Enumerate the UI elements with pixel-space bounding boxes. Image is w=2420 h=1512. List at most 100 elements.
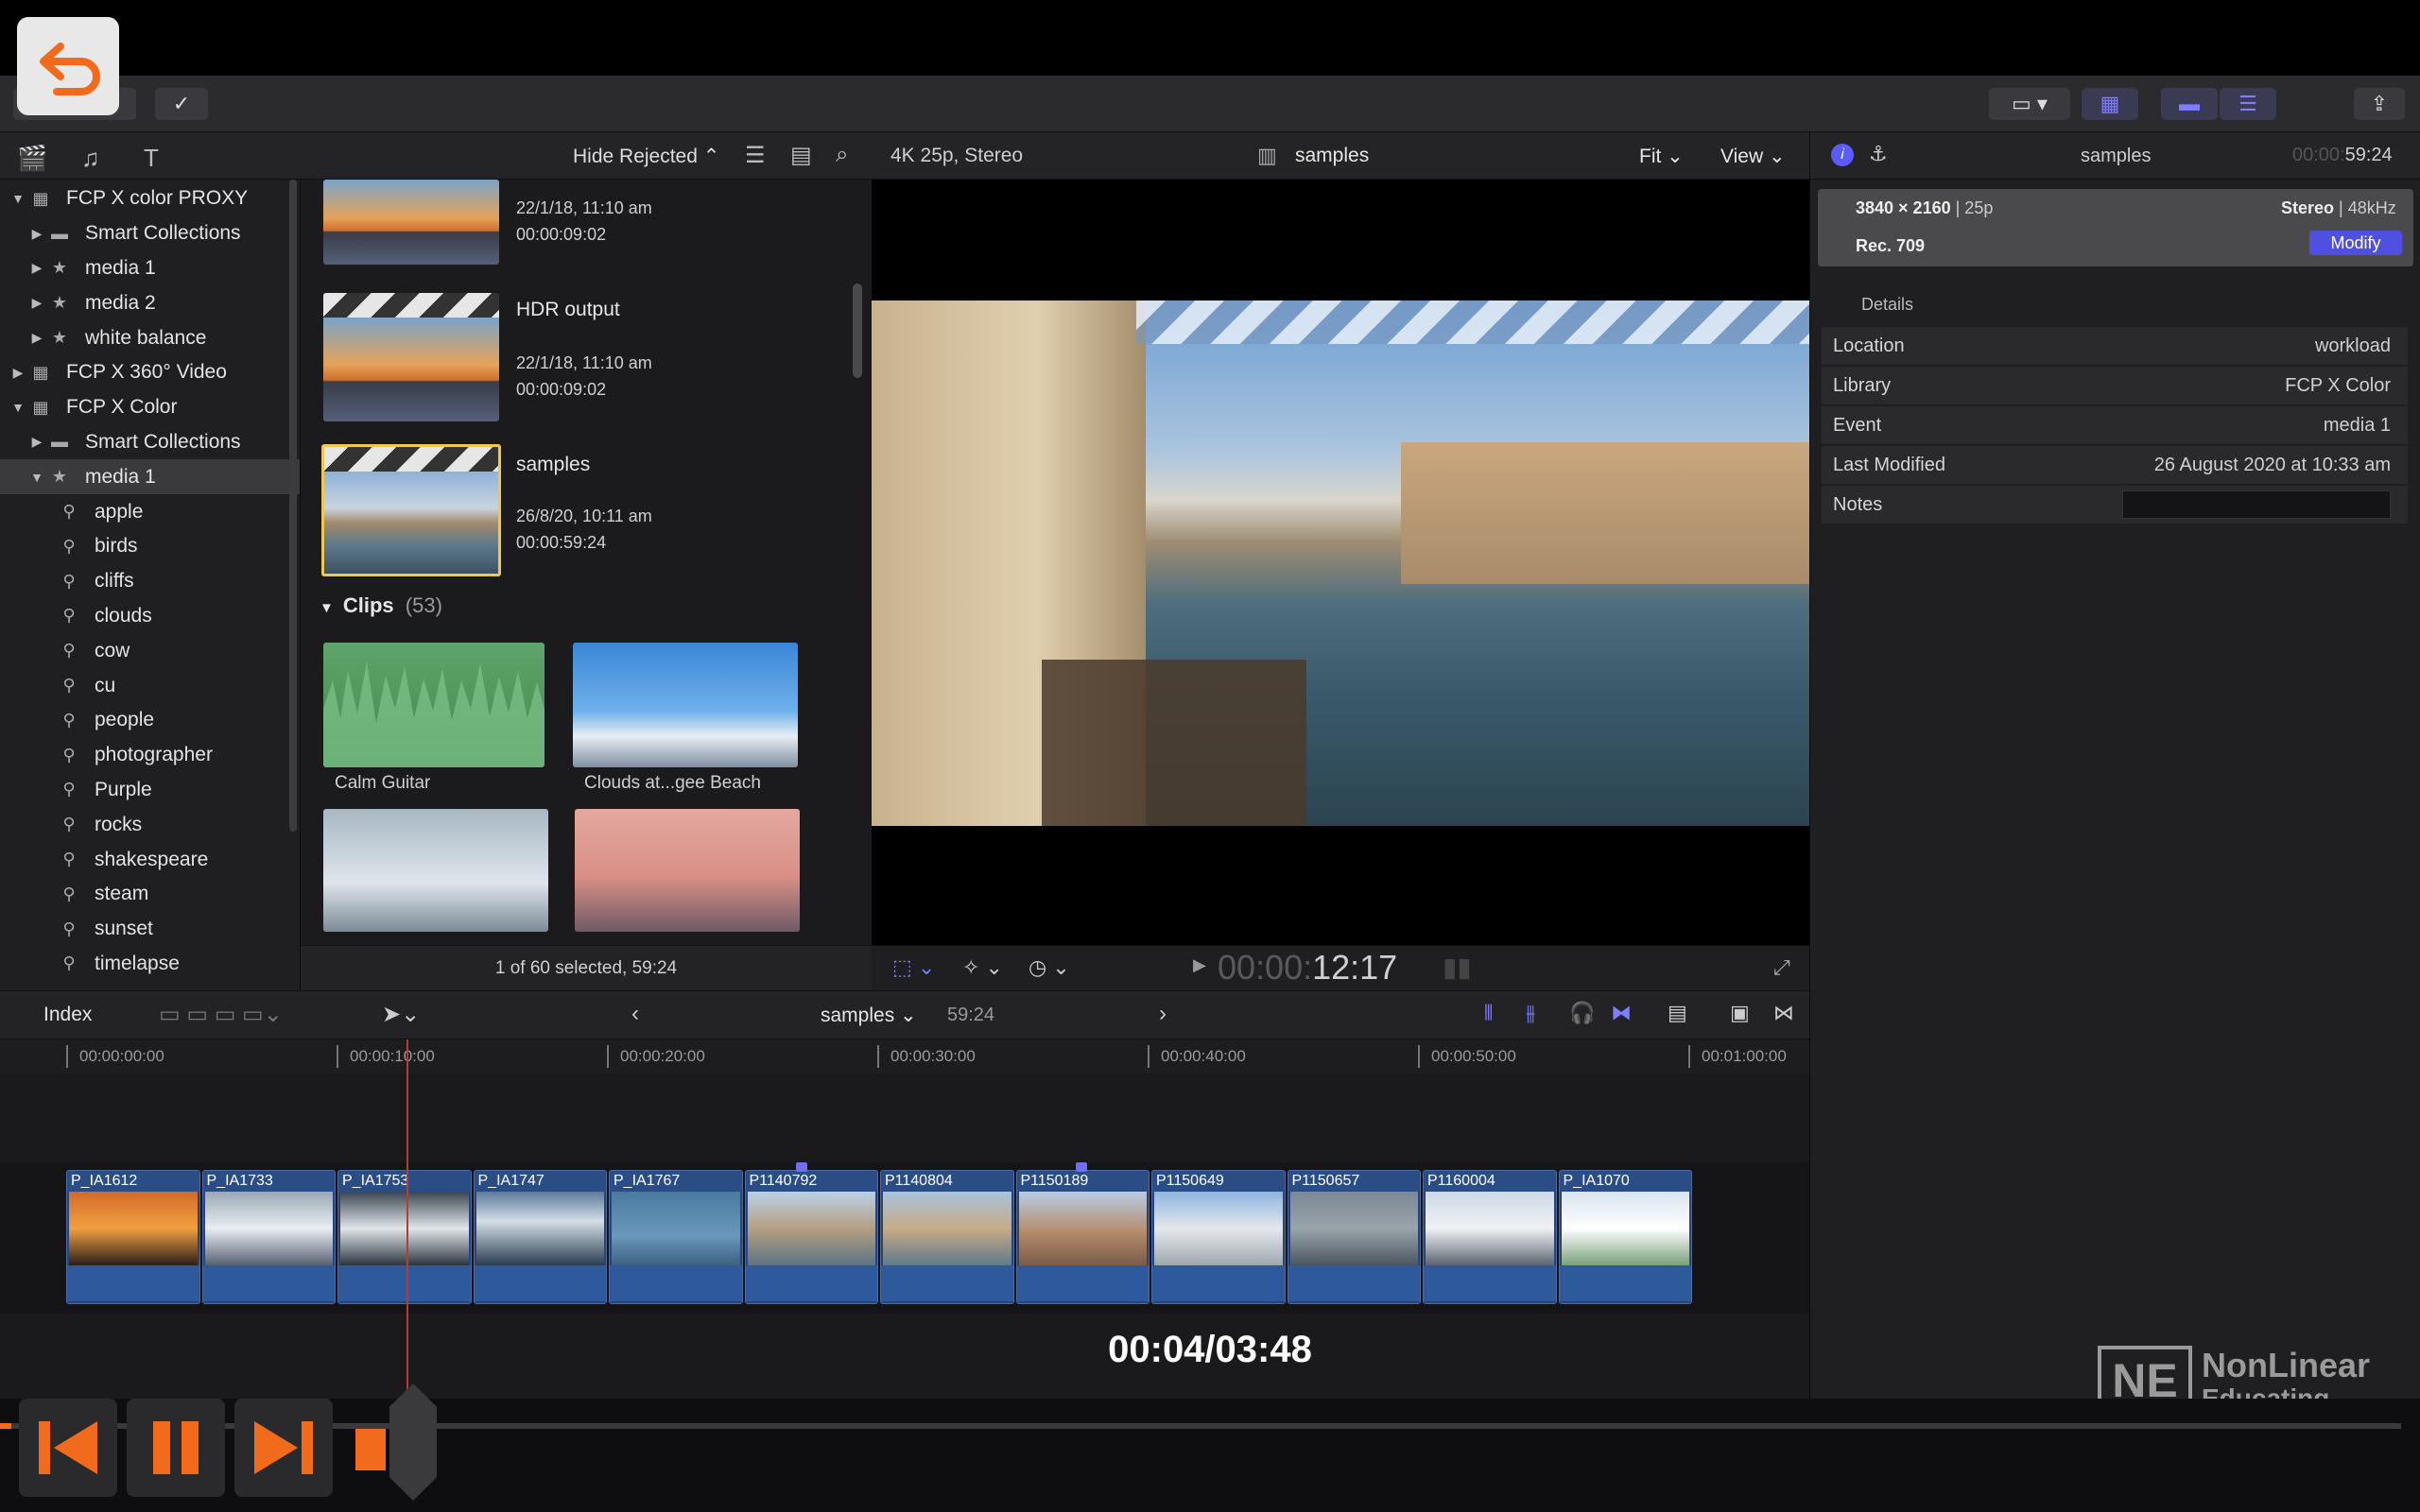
disclosure-triangle-icon[interactable]: ▶ bbox=[26, 260, 47, 276]
disclosure-triangle-icon[interactable]: ▶ bbox=[26, 330, 47, 346]
marker-icon[interactable] bbox=[796, 1162, 807, 1172]
sidebar-item[interactable]: ▶ ▬ Smart Collections bbox=[0, 216, 300, 251]
sidebar-item[interactable]: ⚲ apple bbox=[0, 494, 300, 529]
timeline-clip[interactable]: P1150649 bbox=[1151, 1170, 1286, 1304]
pause-button[interactable] bbox=[127, 1399, 225, 1497]
transform-icon[interactable]: ⬚ ⌄ bbox=[892, 955, 935, 980]
photos-audio-icon[interactable]: ♫ bbox=[81, 144, 100, 173]
sidebar-item[interactable]: ⚲ sunset bbox=[0, 912, 300, 947]
clip-thumbnail-clouds[interactable] bbox=[573, 643, 798, 767]
snapping-icon[interactable]: ⧓ bbox=[1611, 1001, 1632, 1025]
background-tasks-button[interactable]: ✓ bbox=[155, 88, 208, 120]
clip-thumbnail-beach[interactable] bbox=[575, 809, 800, 932]
search-icon[interactable]: ⌕ bbox=[836, 142, 848, 168]
clip-appearance-icon[interactable]: ▤ bbox=[790, 142, 812, 169]
timeline-clip[interactable]: P_IA1733 bbox=[201, 1170, 336, 1304]
audio-skimming-icon[interactable]: ⫵ bbox=[1526, 1001, 1535, 1025]
sidebar-item[interactable]: ⚲ birds bbox=[0, 529, 300, 564]
timeline-clip[interactable]: P1140804 bbox=[880, 1170, 1014, 1304]
solo-icon[interactable]: 🎧 bbox=[1569, 1001, 1595, 1025]
sidebar-item[interactable]: ⚲ cu bbox=[0, 668, 300, 703]
project-thumbnail-samples[interactable] bbox=[321, 444, 501, 576]
disclosure-triangle-icon[interactable]: ▶ bbox=[26, 295, 47, 311]
clip-appearance-icon[interactable]: ▤ bbox=[1668, 1001, 1687, 1025]
sidebar-item[interactable]: ⚲ cow bbox=[0, 633, 300, 668]
project-name-popup[interactable]: samples ⌄ bbox=[821, 1004, 917, 1027]
sidebar-item[interactable]: ▼ ▦ FCP X Color bbox=[0, 390, 300, 425]
info-icon[interactable]: i bbox=[1831, 144, 1854, 166]
browser-scrollbar[interactable] bbox=[853, 284, 862, 378]
sidebar-item[interactable]: ▶ ★ media 1 bbox=[0, 251, 300, 286]
clip-thumbnail-audio[interactable] bbox=[323, 643, 544, 767]
sidebar-item[interactable]: ⚲ shakespeare bbox=[0, 842, 300, 877]
edit-buttons-icon[interactable]: ▭ ▭ ▭ ▭⌄ bbox=[159, 1001, 283, 1028]
disclosure-triangle-icon[interactable]: ▶ bbox=[8, 365, 28, 381]
sidebar-item[interactable]: ▼ ▦ FCP X color PROXY bbox=[0, 181, 300, 216]
next-button[interactable] bbox=[234, 1399, 333, 1497]
skimming-icon[interactable]: ⫴ bbox=[1484, 1001, 1493, 1025]
sidebar-scrollbar[interactable] bbox=[289, 180, 297, 832]
timeline-clip[interactable]: P1150657 bbox=[1287, 1170, 1421, 1304]
disclosure-triangle-icon[interactable]: ▶ bbox=[26, 226, 47, 242]
list-view-icon[interactable]: ☰ bbox=[745, 142, 766, 169]
inspector-toggle-button[interactable]: ☰ bbox=[2220, 88, 2276, 120]
sidebar-item[interactable]: ⚲ clouds bbox=[0, 599, 300, 634]
sidebar-item[interactable]: ⚲ photographer bbox=[0, 738, 300, 773]
clip-thumbnail[interactable] bbox=[323, 180, 499, 265]
retime-icon[interactable]: ◷ ⌄ bbox=[1028, 955, 1070, 980]
disclosure-triangle-icon[interactable]: ▼ bbox=[8, 400, 28, 415]
view-popup[interactable]: View ⌄ bbox=[1720, 145, 1786, 168]
browser-toggle-button[interactable]: ▦ bbox=[2082, 88, 2138, 120]
modify-button[interactable]: Modify bbox=[2309, 231, 2402, 255]
disclosure-triangle-icon[interactable]: ▼ bbox=[26, 470, 47, 485]
disclosure-triangle-icon[interactable]: ▶ bbox=[26, 434, 47, 450]
timeline-clip[interactable]: P_IA1612 bbox=[66, 1170, 200, 1304]
titles-generators-icon[interactable]: T bbox=[144, 144, 159, 173]
timeline-clip[interactable]: P_IA1747 bbox=[473, 1170, 607, 1304]
timeline-ruler[interactable]: 00:00:00:00 00:00:10:00 00:00:20:00 00:00:3… bbox=[0, 1040, 1809, 1074]
timeline-toggle-button[interactable]: ▬ bbox=[2161, 88, 2218, 120]
enhance-icon[interactable]: ✧ ⌄ bbox=[962, 955, 1003, 980]
index-button[interactable]: Index bbox=[43, 1004, 92, 1026]
timeline-clip[interactable]: P1150189 bbox=[1015, 1170, 1150, 1304]
select-tool-icon[interactable]: ➤⌄ bbox=[382, 1001, 420, 1028]
workspace-button[interactable]: ▭ ▾ bbox=[1989, 88, 2070, 120]
sidebar-item[interactable]: ▶ ▬ Smart Collections bbox=[0, 425, 300, 460]
libraries-icon[interactable]: 🎬 bbox=[17, 144, 47, 173]
sidebar-item[interactable]: ⚲ timelapse bbox=[0, 947, 300, 982]
next-arrow-icon[interactable]: › bbox=[1159, 1001, 1167, 1027]
sidebar-item[interactable]: ⚲ steam bbox=[0, 877, 300, 912]
share-button[interactable]: ⇪ bbox=[2354, 88, 2405, 120]
sidebar-item[interactable]: ▶ ▦ FCP X 360° Video bbox=[0, 355, 300, 390]
effects-browser-icon[interactable]: ▣ bbox=[1730, 1001, 1750, 1025]
previous-button[interactable] bbox=[19, 1399, 117, 1497]
sidebar-item[interactable]: ⚲ people bbox=[0, 703, 300, 738]
notes-field[interactable] bbox=[2122, 490, 2391, 519]
viewer-video-frame[interactable] bbox=[872, 301, 1809, 826]
clip-thumbnail-sky[interactable] bbox=[323, 809, 548, 932]
sidebar-item[interactable]: ⚲ rocks bbox=[0, 807, 300, 842]
clips-section-header[interactable]: ▼ Clips (53) bbox=[320, 593, 442, 618]
previous-arrow-icon[interactable]: ‹ bbox=[631, 1001, 639, 1027]
back-button[interactable] bbox=[17, 17, 119, 115]
transitions-browser-icon[interactable]: ⋈ bbox=[1773, 1001, 1794, 1025]
sidebar-item[interactable]: ▼ ★ media 1 bbox=[0, 459, 300, 495]
sidebar-item[interactable]: ▶ ★ white balance bbox=[0, 320, 300, 355]
scrub-handle[interactable] bbox=[389, 1383, 437, 1501]
timeline-clip[interactable]: P_IA1753 bbox=[337, 1170, 472, 1304]
share-inspector-icon[interactable]: ⚓ bbox=[1869, 142, 1888, 166]
fullscreen-icon[interactable]: ⤢ bbox=[1773, 955, 1790, 980]
timeline-clip[interactable]: P1140792 bbox=[744, 1170, 878, 1304]
play-icon[interactable]: ▶ bbox=[1193, 955, 1206, 975]
project-thumbnail-hdr[interactable] bbox=[323, 293, 499, 421]
disclosure-triangle-icon[interactable]: ▼ bbox=[8, 191, 28, 206]
timeline-clip[interactable]: P_IA1767 bbox=[609, 1170, 743, 1304]
marker-icon[interactable] bbox=[1076, 1162, 1087, 1172]
timeline-clip[interactable]: P1160004 bbox=[1423, 1170, 1557, 1304]
playhead[interactable] bbox=[406, 1040, 408, 1399]
filter-popup[interactable]: Hide Rejected ⌃ bbox=[573, 145, 719, 168]
sidebar-item[interactable]: ▶ ★ media 2 bbox=[0, 285, 300, 320]
progress-handle[interactable] bbox=[355, 1429, 386, 1470]
sidebar-item[interactable]: ⚲ cliffs bbox=[0, 564, 300, 599]
timeline-clip[interactable]: P_IA1070 bbox=[1558, 1170, 1692, 1304]
